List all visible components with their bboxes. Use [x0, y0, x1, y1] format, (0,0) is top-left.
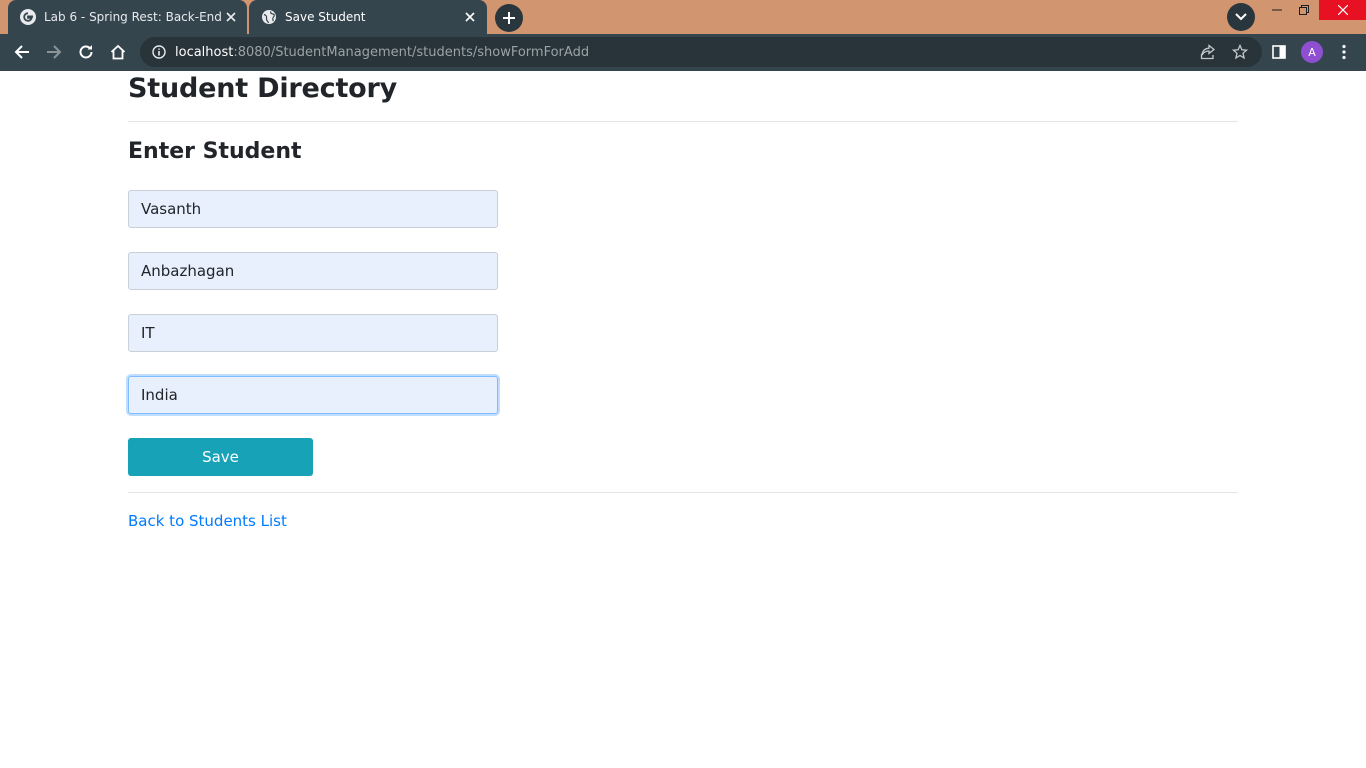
- minimize-button[interactable]: [1263, 0, 1291, 20]
- close-icon: [1337, 5, 1348, 15]
- more-vertical-icon: [1342, 44, 1346, 60]
- close-window-button[interactable]: [1319, 0, 1366, 20]
- back-to-list-link[interactable]: Back to Students List: [128, 512, 287, 530]
- side-panel-icon: [1272, 45, 1286, 59]
- last-name-field[interactable]: [128, 252, 498, 290]
- url-host: localhost: [175, 44, 234, 60]
- country-field[interactable]: [128, 376, 498, 414]
- plus-icon: [503, 12, 515, 24]
- share-icon[interactable]: [1194, 37, 1222, 67]
- reload-icon: [79, 45, 93, 59]
- home-button[interactable]: [104, 38, 132, 66]
- url-path: :8080/StudentManagement/students/showFor…: [233, 44, 590, 60]
- forward-button[interactable]: [40, 38, 68, 66]
- page-title: Student Directory: [128, 73, 398, 104]
- tab-lab6[interactable]: Lab 6 - Spring Rest: Back-End De: [8, 0, 247, 34]
- tab-save-student[interactable]: Save Student: [249, 0, 487, 34]
- arrow-right-icon: [47, 45, 62, 59]
- info-icon[interactable]: [151, 44, 167, 60]
- divider: [128, 121, 1238, 122]
- divider: [128, 492, 1238, 493]
- google-g-icon: [20, 9, 36, 25]
- save-button[interactable]: Save: [128, 438, 313, 476]
- address-bar[interactable]: localhost:8080/StudentManagement/student…: [140, 37, 1262, 67]
- form-title: Enter Student: [128, 139, 302, 164]
- first-name-field[interactable]: [128, 190, 498, 228]
- restore-icon: [1299, 5, 1309, 15]
- minimize-icon: [1272, 9, 1282, 11]
- tab-title: Lab 6 - Spring Rest: Back-End De: [44, 10, 223, 24]
- reload-button[interactable]: [72, 38, 100, 66]
- side-panel-button[interactable]: [1265, 38, 1293, 66]
- arrow-left-icon: [14, 45, 29, 59]
- bookmark-star-icon[interactable]: [1226, 37, 1254, 67]
- back-button[interactable]: [8, 38, 36, 66]
- profile-avatar[interactable]: A: [1301, 41, 1323, 63]
- globe-icon: [261, 9, 277, 25]
- url-text: localhost:8080/StudentManagement/student…: [175, 45, 589, 60]
- browser-toolbar: localhost:8080/StudentManagement/student…: [0, 34, 1366, 71]
- restore-button[interactable]: [1290, 0, 1318, 20]
- chevron-down-icon: [1235, 13, 1247, 21]
- page-content: Student Directory Enter Student Save Bac…: [0, 71, 1366, 768]
- department-field[interactable]: [128, 314, 498, 352]
- tab-search-button[interactable]: [1227, 3, 1255, 31]
- tab-title: Save Student: [285, 10, 366, 24]
- close-tab-icon[interactable]: [461, 8, 479, 26]
- new-tab-button[interactable]: [495, 4, 523, 32]
- browser-title-bar: Lab 6 - Spring Rest: Back-End De Save St…: [0, 0, 1366, 34]
- close-tab-icon[interactable]: [223, 8, 239, 26]
- home-icon: [110, 44, 126, 60]
- browser-menu-button[interactable]: [1330, 38, 1358, 66]
